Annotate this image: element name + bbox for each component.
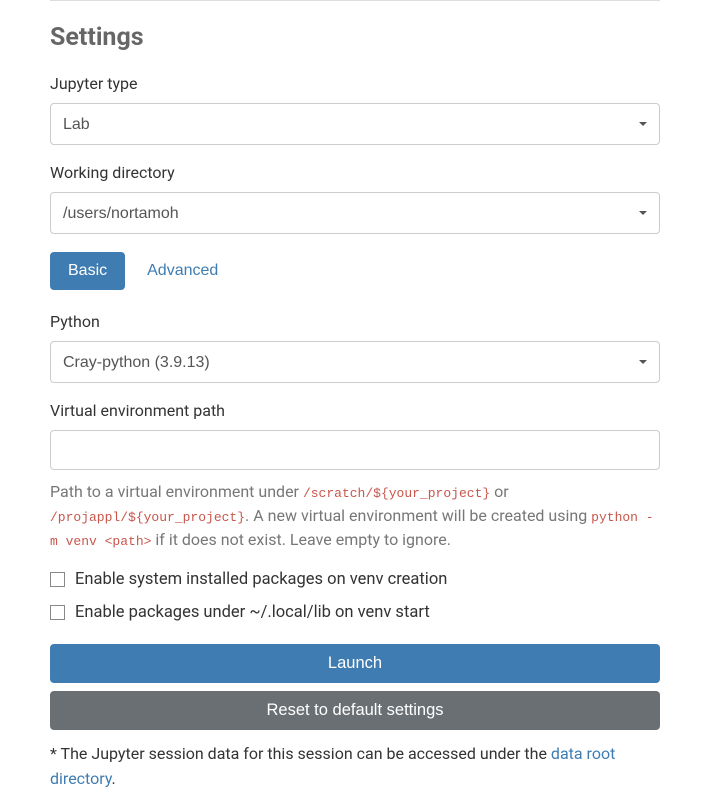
tabs-container: Basic Advanced	[50, 252, 660, 290]
tab-basic[interactable]: Basic	[50, 252, 125, 290]
help-text-mid: . A new virtual environment will be crea…	[245, 506, 591, 525]
venv-path-group: Virtual environment path Path to a virtu…	[50, 401, 660, 552]
working-directory-label: Working directory	[50, 163, 660, 182]
tab-advanced[interactable]: Advanced	[129, 252, 236, 290]
help-text-suffix: if it does not exist. Leave empty to ign…	[151, 530, 451, 549]
footnote: * The Jupyter session data for this sess…	[50, 742, 660, 792]
venv-path-help: Path to a virtual environment under /scr…	[50, 480, 660, 552]
footnote-prefix: * The Jupyter session data for this sess…	[50, 744, 551, 763]
jupyter-type-group: Jupyter type Lab	[50, 74, 660, 145]
help-text-or: or	[490, 482, 509, 501]
jupyter-type-select[interactable]: Lab	[50, 103, 660, 145]
launch-button[interactable]: Launch	[50, 644, 660, 683]
checkbox-local-lib-group: Enable packages under ~/.local/lib on ve…	[50, 603, 660, 622]
settings-heading: Settings	[50, 23, 660, 52]
checkbox-system-packages-group: Enable system installed packages on venv…	[50, 570, 660, 589]
top-divider	[50, 0, 660, 1]
checkbox-local-lib[interactable]	[50, 605, 65, 620]
footnote-suffix: .	[112, 769, 116, 788]
help-code-1: /scratch/${your_project}	[303, 486, 490, 501]
working-directory-group: Working directory /users/nortamoh	[50, 163, 660, 234]
jupyter-type-label: Jupyter type	[50, 74, 660, 93]
checkbox-system-packages-label[interactable]: Enable system installed packages on venv…	[75, 570, 447, 589]
checkbox-local-lib-label[interactable]: Enable packages under ~/.local/lib on ve…	[75, 603, 430, 622]
python-group: Python Cray-python (3.9.13)	[50, 312, 660, 383]
python-label: Python	[50, 312, 660, 331]
venv-path-input[interactable]	[50, 430, 660, 470]
venv-path-label: Virtual environment path	[50, 401, 660, 420]
help-code-2: /projappl/${your_project}	[50, 510, 245, 525]
working-directory-select[interactable]: /users/nortamoh	[50, 192, 660, 234]
help-text-prefix: Path to a virtual environment under	[50, 482, 303, 501]
button-area: Launch Reset to default settings	[50, 644, 660, 730]
checkbox-system-packages[interactable]	[50, 572, 65, 587]
python-select[interactable]: Cray-python (3.9.13)	[50, 341, 660, 383]
reset-button[interactable]: Reset to default settings	[50, 691, 660, 730]
